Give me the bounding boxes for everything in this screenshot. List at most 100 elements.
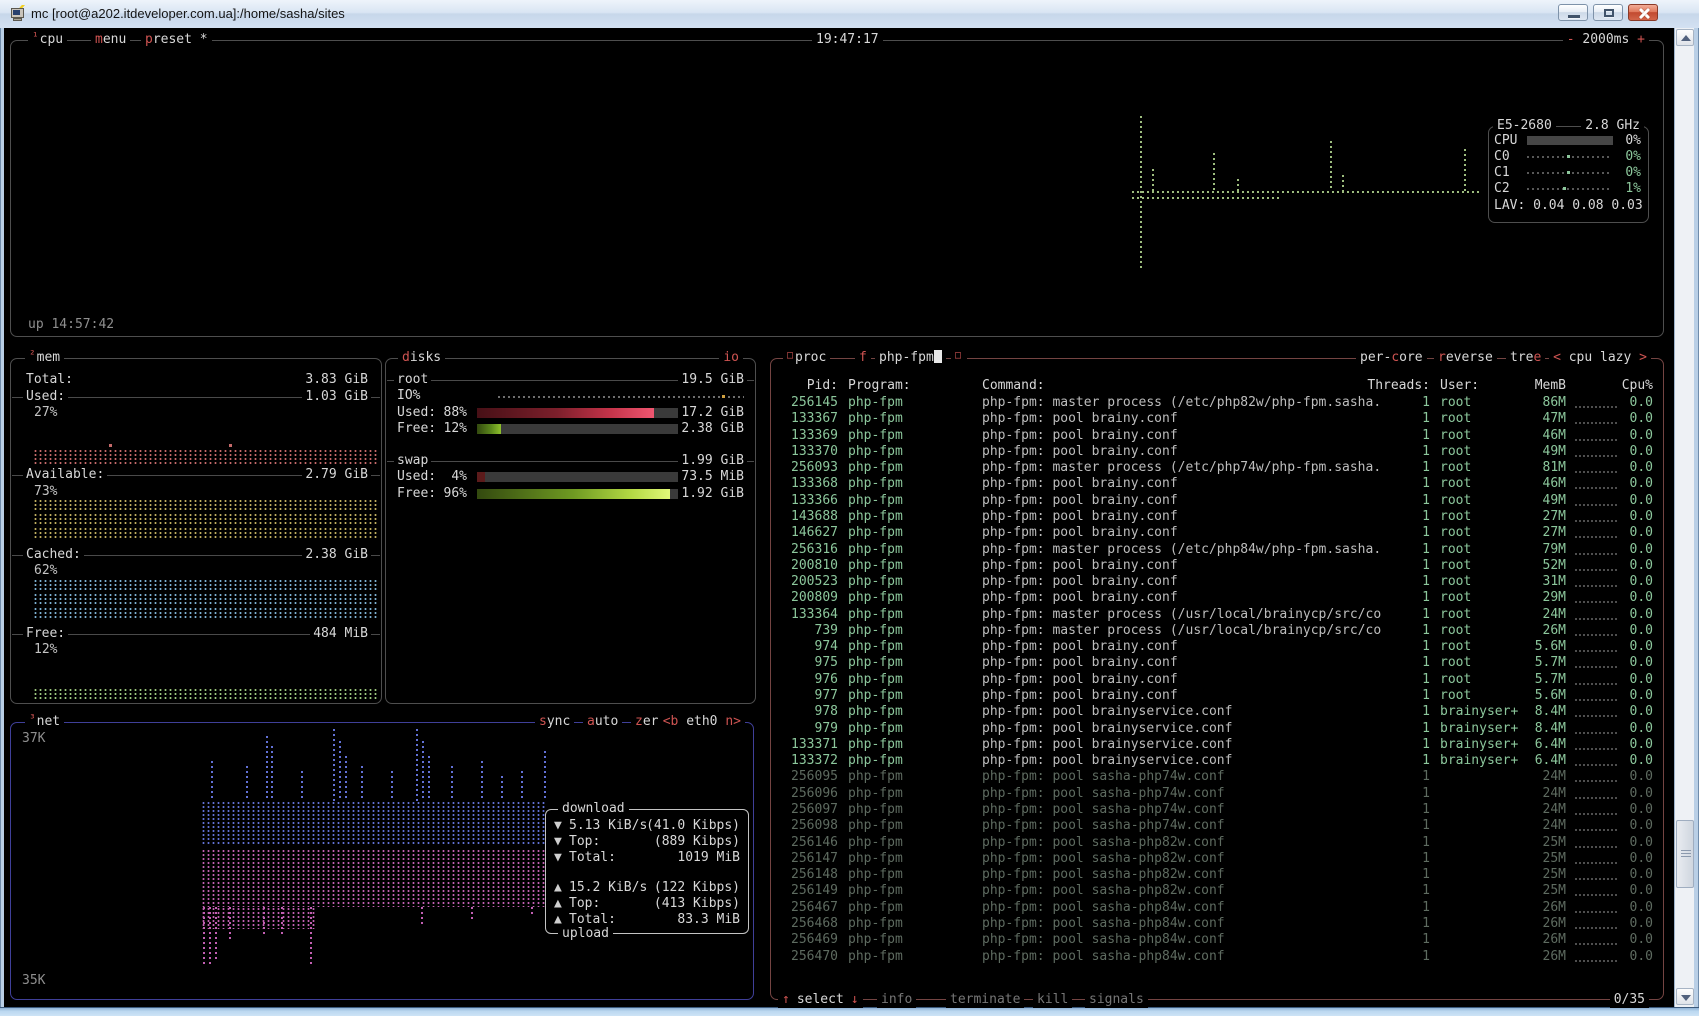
tab-disks[interactable]: disks bbox=[398, 350, 445, 366]
process-row[interactable]: 256148php-fpmphp-fpm: pool sasha-php82w.… bbox=[775, 867, 1661, 883]
process-row[interactable]: 256469php-fpmphp-fpm: pool sasha-php84w.… bbox=[775, 932, 1661, 948]
disk-swap-free-percent: 96% bbox=[436, 486, 470, 502]
process-row[interactable]: 977php-fpmphp-fpm: pool brainy.conf1root… bbox=[775, 688, 1661, 704]
meter-label-c0: C0 bbox=[1491, 149, 1513, 165]
graph-spike bbox=[246, 766, 248, 801]
disk-root-size: 19.5 GiB bbox=[678, 372, 747, 388]
terminate-action[interactable]: terminate bbox=[946, 992, 1024, 1008]
kill-action[interactable]: kill bbox=[1033, 992, 1072, 1008]
cpu-cell: 0.0 bbox=[1621, 509, 1653, 525]
process-row[interactable]: 133370php-fpmphp-fpm: pool brainy.conf1r… bbox=[775, 444, 1661, 460]
disk-root-used-bar bbox=[477, 408, 678, 418]
reverse-toggle[interactable]: reverse bbox=[1434, 350, 1497, 366]
process-row[interactable]: 256467php-fpmphp-fpm: pool sasha-php84w.… bbox=[775, 900, 1661, 916]
minimize-icon bbox=[1568, 15, 1580, 18]
process-row[interactable]: 146627php-fpmphp-fpm: pool brainy.conf1r… bbox=[775, 525, 1661, 541]
menu-button[interactable]: menu bbox=[91, 32, 130, 48]
process-row[interactable]: 143688php-fpmphp-fpm: pool brainy.conf1r… bbox=[775, 509, 1661, 525]
graph-spike bbox=[416, 729, 418, 801]
tab-mem[interactable]: ²mem bbox=[25, 350, 64, 366]
process-row[interactable]: 200809php-fpmphp-fpm: pool brainy.conf1r… bbox=[775, 590, 1661, 606]
refresh-increase[interactable]: + bbox=[1637, 32, 1645, 47]
user-cell: root bbox=[1440, 688, 1471, 704]
command-cell: php-fpm: pool sasha-php82w.conf bbox=[982, 851, 1225, 867]
scrollbar[interactable] bbox=[1674, 28, 1694, 1007]
process-row[interactable]: 133371php-fpmphp-fpm: pool brainyservice… bbox=[775, 737, 1661, 753]
process-row[interactable]: 133364php-fpmphp-fpm: master process (/u… bbox=[775, 607, 1661, 623]
maximize-button[interactable] bbox=[1593, 4, 1623, 21]
process-row[interactable]: 256095php-fpmphp-fpm: pool sasha-php74w.… bbox=[775, 769, 1661, 785]
disk-root-free-label: Free: bbox=[394, 421, 439, 437]
process-row[interactable]: 256145php-fpmphp-fpm: master process (/e… bbox=[775, 395, 1661, 411]
graph-spike bbox=[1237, 179, 1239, 191]
process-row[interactable]: 256316php-fpmphp-fpm: master process (/e… bbox=[775, 542, 1661, 558]
process-row[interactable]: 256093php-fpmphp-fpm: master process (/e… bbox=[775, 460, 1661, 476]
sort-selector[interactable]: < cpu lazy > bbox=[1549, 350, 1651, 366]
process-row[interactable]: 256098php-fpmphp-fpm: pool sasha-php74w.… bbox=[775, 818, 1661, 834]
threads-cell: 1 bbox=[1375, 835, 1430, 851]
process-row[interactable]: 133368php-fpmphp-fpm: pool brainy.conf1r… bbox=[775, 476, 1661, 492]
percore-toggle[interactable]: per-core bbox=[1356, 350, 1427, 366]
process-row[interactable]: 979php-fpmphp-fpm: pool brainyservice.co… bbox=[775, 721, 1661, 737]
disk-swap-used-label: Used: bbox=[394, 469, 439, 485]
cpu-model: E5-2680 bbox=[1493, 118, 1556, 134]
iface-next[interactable]: n> bbox=[725, 714, 741, 729]
tree-toggle[interactable]: tree bbox=[1506, 350, 1545, 366]
preset-button[interactable]: preset * bbox=[141, 32, 212, 48]
command-cell: php-fpm: pool brainyservice.conf bbox=[982, 753, 1232, 769]
graph-spike bbox=[301, 771, 303, 801]
sort-prev[interactable]: < bbox=[1553, 350, 1561, 365]
process-row[interactable]: 133372php-fpmphp-fpm: pool brainyservice… bbox=[775, 753, 1661, 769]
process-row[interactable]: 739php-fpmphp-fpm: master process (/usr/… bbox=[775, 623, 1661, 639]
process-row[interactable]: 974php-fpmphp-fpm: pool brainy.conf1root… bbox=[775, 639, 1661, 655]
tab-net[interactable]: ³net bbox=[25, 714, 64, 730]
refresh-control[interactable]: - 2000ms + bbox=[1563, 32, 1649, 48]
mem-cell: 26M bbox=[1487, 623, 1566, 639]
net-interface-selector[interactable]: <b eth0 n> bbox=[659, 714, 745, 730]
net-sync-button[interactable]: sync bbox=[535, 714, 574, 730]
info-action[interactable]: info bbox=[877, 992, 916, 1008]
threads-cell: 1 bbox=[1375, 672, 1430, 688]
process-row[interactable]: 976php-fpmphp-fpm: pool brainy.conf1root… bbox=[775, 672, 1661, 688]
tab-io[interactable]: io bbox=[719, 350, 743, 366]
process-row[interactable]: 256468php-fpmphp-fpm: pool sasha-php84w.… bbox=[775, 916, 1661, 932]
cpu-cell: 0.0 bbox=[1621, 753, 1653, 769]
process-row[interactable]: 133367php-fpmphp-fpm: pool brainy.conf1r… bbox=[775, 411, 1661, 427]
titlebar[interactable]: mc [root@a202.itdeveloper.com.ua]:/home/… bbox=[0, 0, 1699, 28]
scroll-down-button[interactable] bbox=[1676, 988, 1694, 1005]
process-row[interactable]: 133366php-fpmphp-fpm: pool brainy.conf1r… bbox=[775, 493, 1661, 509]
tab-proc[interactable]: □proc bbox=[783, 350, 830, 366]
scroll-up-button[interactable] bbox=[1676, 29, 1694, 46]
filter-input[interactable]: php-fpm bbox=[875, 350, 946, 366]
disk-root-io-label: IO% bbox=[394, 388, 423, 404]
process-row[interactable]: 200810php-fpmphp-fpm: pool brainy.conf1r… bbox=[775, 558, 1661, 574]
process-row[interactable]: 975php-fpmphp-fpm: pool brainy.conf1root… bbox=[775, 655, 1661, 671]
process-row[interactable]: 256470php-fpmphp-fpm: pool sasha-php84w.… bbox=[775, 949, 1661, 965]
process-row[interactable]: 978php-fpmphp-fpm: pool brainyservice.co… bbox=[775, 704, 1661, 720]
download-label: download bbox=[558, 801, 629, 817]
leader-dots bbox=[1575, 585, 1617, 587]
graph-spike bbox=[361, 766, 363, 801]
tab-cpu[interactable]: ¹cpu bbox=[28, 32, 67, 48]
process-row[interactable]: 200523php-fpmphp-fpm: pool brainy.conf1r… bbox=[775, 574, 1661, 590]
signals-action[interactable]: signals bbox=[1085, 992, 1148, 1008]
filter-key[interactable]: f bbox=[855, 350, 871, 366]
net-auto-button[interactable]: auto bbox=[583, 714, 622, 730]
close-button[interactable] bbox=[1628, 4, 1658, 21]
process-row[interactable]: 256096php-fpmphp-fpm: pool sasha-php74w.… bbox=[775, 786, 1661, 802]
program-cell: php-fpm bbox=[848, 786, 903, 802]
threads-cell: 1 bbox=[1375, 883, 1430, 899]
select-control[interactable]: ↑select↓ bbox=[778, 992, 863, 1008]
scrollbar-thumb[interactable] bbox=[1676, 820, 1694, 888]
process-row[interactable]: 256146php-fpmphp-fpm: pool sasha-php82w.… bbox=[775, 835, 1661, 851]
process-row[interactable]: 256147php-fpmphp-fpm: pool sasha-php82w.… bbox=[775, 851, 1661, 867]
filter-clear-button[interactable]: □ bbox=[951, 350, 967, 366]
refresh-decrease[interactable]: - bbox=[1567, 32, 1575, 47]
command-cell: php-fpm: master process (/usr/local/brai… bbox=[982, 607, 1381, 623]
iface-prev[interactable]: <b bbox=[663, 714, 679, 729]
sort-next[interactable]: > bbox=[1639, 350, 1647, 365]
process-row[interactable]: 133369php-fpmphp-fpm: pool brainy.conf1r… bbox=[775, 428, 1661, 444]
minimize-button[interactable] bbox=[1558, 4, 1588, 21]
process-row[interactable]: 256097php-fpmphp-fpm: pool sasha-php74w.… bbox=[775, 802, 1661, 818]
process-row[interactable]: 256149php-fpmphp-fpm: pool sasha-php82w.… bbox=[775, 883, 1661, 899]
